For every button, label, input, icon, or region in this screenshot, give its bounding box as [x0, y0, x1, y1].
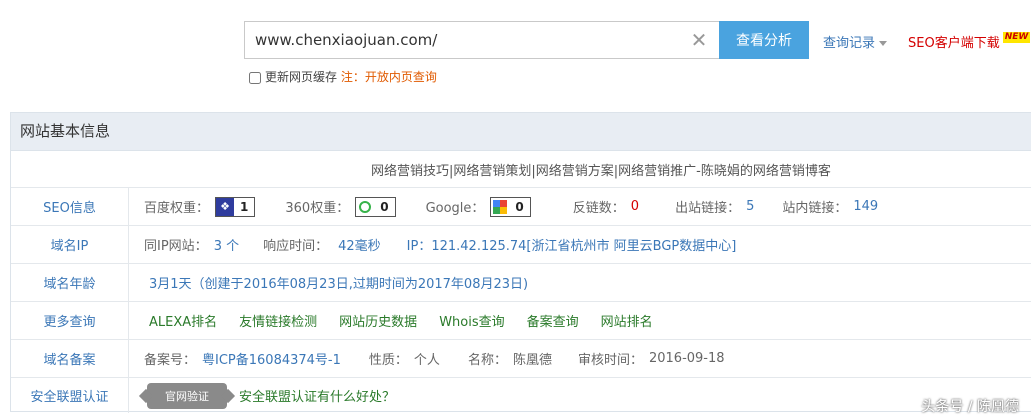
outlinks-value[interactable]: 5	[746, 199, 754, 214]
url-input[interactable]	[255, 22, 675, 58]
new-badge: NEW	[1002, 32, 1031, 43]
watermark: 头条号 / 陈凰德	[921, 399, 1019, 415]
google-pr-label: Google：	[425, 201, 485, 216]
360-weight-badge[interactable]: 0	[355, 196, 396, 217]
icp-name-value: 陈凰德	[512, 353, 552, 368]
alexa-rank-link[interactable]: ALEXA排名	[149, 311, 217, 330]
same-ip-label: 同IP网站：	[144, 239, 208, 254]
icp-number-value[interactable]: 粤ICP备16084374号-1	[202, 349, 341, 368]
query-history-link[interactable]: 查询记录	[823, 32, 888, 51]
seo-client-label: SEO客户端下载	[908, 36, 1000, 51]
site-title: 网络营销技巧|网络营销策划|网络营销方案|网络营销推广-陈晓娟的网络营销博客	[371, 163, 831, 179]
360-weight-label: 360权重：	[285, 201, 350, 216]
seo-client-download-link[interactable]: SEO客户端下载 NEW	[908, 32, 1031, 51]
site-info-panel: 网站基本信息 网络营销技巧|网络营销策划|网络营销方案|网络营销推广-陈晓娟的网…	[10, 112, 1031, 413]
icp-query-link[interactable]: 备案查询	[527, 311, 579, 330]
whois-link[interactable]: Whois查询	[439, 311, 504, 330]
more-queries-row: 更多查询 ALEXA排名 友情链接检测 网站历史数据 Whois查询 备案查询 …	[11, 302, 1031, 340]
search-bar: ✕ 查看分析 查询记录 SEO客户端下载NEW 更新网页缓存 注：开放内页查询	[0, 0, 1031, 100]
url-search-box[interactable]: ✕	[244, 21, 719, 59]
google-pr-badge[interactable]: 0	[490, 196, 531, 217]
site-title-row: 网络营销技巧|网络营销策划|网络营销方案|网络营销推广-陈晓娟的网络营销博客	[11, 151, 1031, 188]
caret-down-icon	[879, 41, 888, 46]
domain-age-row: 域名年龄 3月1天（创建于2016年08月23日,过期时间为2017年08月23…	[11, 264, 1031, 302]
backlinks-label: 反链数：	[572, 201, 625, 216]
seo-info-label: SEO信息	[11, 188, 129, 225]
clear-icon[interactable]: ✕	[689, 30, 709, 50]
friend-link-check-link[interactable]: 友情链接检测	[239, 311, 317, 330]
update-cache-label: 更新网页缓存	[265, 70, 338, 84]
domain-age-value[interactable]: 3月1天（创建于2016年08月23日,过期时间为2017年08月23日)	[149, 273, 528, 292]
security-cert-content: 官网验证 安全联盟认证有什么好处？	[147, 378, 395, 413]
update-cache-checkbox[interactable]	[249, 71, 261, 84]
360-weight-value: 0	[380, 199, 389, 214]
icp-number-label: 备案号：	[144, 353, 197, 368]
icp-name-label: 名称：	[467, 353, 507, 368]
google-pr-value: 0	[515, 199, 524, 214]
site-ranking-link[interactable]: 网站排名	[601, 311, 653, 330]
domain-icp-label: 域名备案	[11, 340, 129, 377]
security-seal-text: 官网验证	[165, 389, 209, 403]
update-cache-option[interactable]: 更新网页缓存 注：开放内页查询	[249, 68, 437, 85]
outlinks-label: 出站链接：	[675, 201, 741, 216]
response-time-label: 响应时间：	[263, 239, 329, 254]
inlinks-value[interactable]: 149	[853, 199, 878, 214]
baidu-paw-icon: ❖	[216, 197, 235, 216]
ip-address-link[interactable]: IP：121.42.125.74[浙江省杭州市 阿里云BGP数据中心]	[407, 235, 737, 254]
domain-icp-row: 域名备案 备案号： 粤ICP备16084374号-1 性质： 个人 名称： 陈凰…	[11, 340, 1031, 378]
icp-date-value: 2016-09-18	[648, 351, 725, 366]
response-time-value: 42毫秒	[338, 239, 381, 254]
domain-icp-content: 备案号： 粤ICP备16084374号-1 性质： 个人 名称： 陈凰德 审核时…	[144, 340, 725, 377]
security-seal-icon[interactable]: 官网验证	[147, 382, 227, 409]
security-cert-row: 安全联盟认证 官网验证 安全联盟认证有什么好处？	[11, 378, 1031, 413]
icp-nature-value: 个人	[413, 353, 440, 368]
baidu-weight-label: 百度权重：	[144, 201, 210, 216]
domain-age-content: 3月1天（创建于2016年08月23日,过期时间为2017年08月23日)	[149, 264, 528, 301]
domain-ip-label: 域名IP	[11, 226, 129, 263]
domain-ip-row: 域名IP 同IP网站： 3 个 响应时间： 42毫秒 IP：121.42.125…	[11, 226, 1031, 264]
more-queries-content: ALEXA排名 友情链接检测 网站历史数据 Whois查询 备案查询 网站排名	[149, 302, 653, 339]
same-ip-value[interactable]: 3 个	[214, 235, 239, 254]
seo-info-row: SEO信息 百度权重： ❖ 1 360权重： 0 Google： 0 反链数： …	[11, 188, 1031, 226]
cache-note: 注：开放内页查询	[340, 70, 437, 84]
security-cert-benefits-link[interactable]: 安全联盟认证有什么好处？	[239, 386, 395, 405]
domain-ip-content: 同IP网站： 3 个 响应时间： 42毫秒 IP：121.42.125.74[浙…	[144, 226, 736, 263]
baidu-weight-value: 1	[240, 199, 249, 214]
google-icon	[491, 197, 510, 216]
analyze-button[interactable]: 查看分析	[719, 21, 809, 59]
360-icon	[356, 197, 375, 216]
inlinks-label: 站内链接：	[782, 201, 848, 216]
backlinks-value[interactable]: 0	[631, 199, 639, 214]
domain-age-label: 域名年龄	[11, 264, 129, 301]
baidu-weight-badge[interactable]: ❖ 1	[215, 196, 256, 217]
icp-date-label: 审核时间：	[577, 353, 643, 368]
query-history-label: 查询记录	[823, 36, 876, 51]
site-history-link[interactable]: 网站历史数据	[339, 311, 417, 330]
security-cert-label: 安全联盟认证	[11, 378, 129, 413]
icp-nature-label: 性质：	[368, 353, 408, 368]
more-queries-label: 更多查询	[11, 302, 129, 339]
panel-title: 网站基本信息	[11, 113, 1031, 151]
seo-info-content: 百度权重： ❖ 1 360权重： 0 Google： 0 反链数： 0 出站链接…	[144, 188, 878, 225]
